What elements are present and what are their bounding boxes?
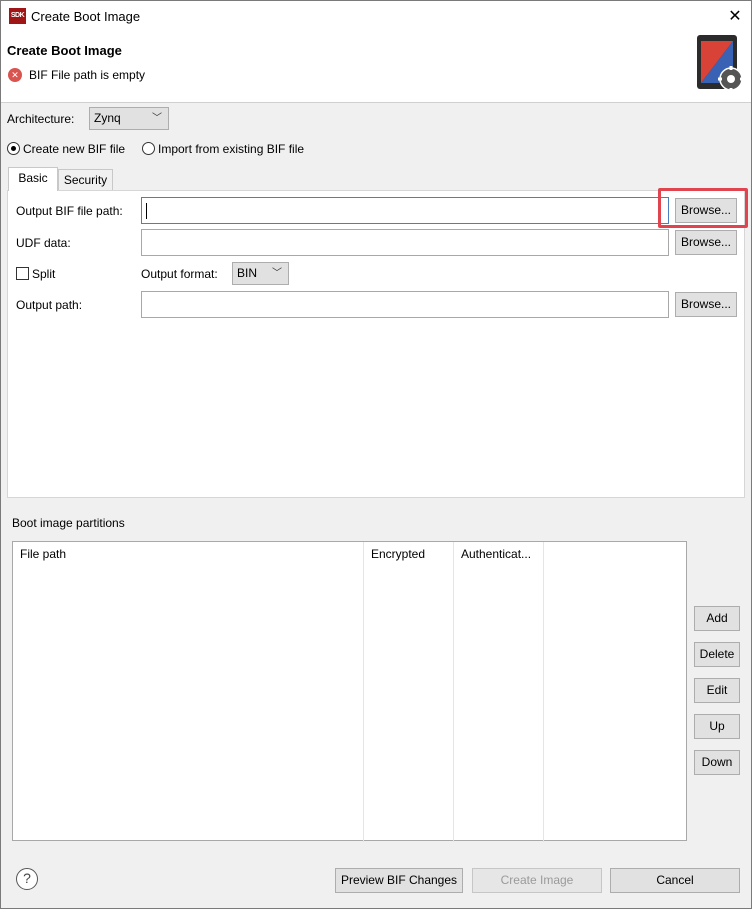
architecture-select[interactable]: Zynq ﹀ [89, 107, 169, 130]
move-down-button[interactable]: Down [694, 750, 740, 775]
window-title: Create Boot Image [31, 9, 141, 24]
output-path-label: Output path: [16, 298, 83, 312]
dialog-header: Create Boot Image ✕ BIF File path is emp… [1, 32, 751, 102]
sdk-app-icon: SDK [9, 8, 26, 24]
output-bif-label: Output BIF file path: [16, 204, 123, 218]
import-bif-label[interactable]: Import from existing BIF file [158, 142, 304, 156]
output-path-input[interactable] [141, 291, 669, 318]
edit-partition-button[interactable]: Edit [694, 678, 740, 703]
column-file-path[interactable]: File path [13, 542, 364, 842]
partitions-table[interactable]: File path Encrypted Authenticat... [12, 541, 687, 842]
preview-bif-changes-button[interactable]: Preview BIF Changes [335, 868, 463, 893]
output-format-select[interactable]: BIN ﹀ [232, 262, 289, 285]
split-checkbox[interactable] [16, 267, 29, 280]
udf-browse-button[interactable]: Browse... [675, 230, 737, 255]
output-format-value: BIN [237, 266, 258, 280]
architecture-label: Architecture: [7, 112, 75, 126]
cancel-button[interactable]: Cancel [610, 868, 740, 893]
tab-security[interactable]: Security [58, 169, 113, 190]
column-header: File path [20, 547, 67, 561]
title-bar: SDK Create Boot Image ✕ [1, 1, 751, 32]
create-new-bif-label[interactable]: Create new BIF file [23, 142, 125, 156]
add-partition-button[interactable]: Add [694, 606, 740, 631]
column-encrypted[interactable]: Encrypted [364, 542, 454, 842]
create-new-bif-radio[interactable] [7, 142, 20, 155]
header-title: Create Boot Image [7, 43, 122, 58]
split-label[interactable]: Split [32, 267, 55, 281]
column-header: Encrypted [371, 547, 426, 561]
partitions-section-label: Boot image partitions [12, 516, 125, 530]
udf-data-label: UDF data: [16, 236, 71, 250]
udf-data-input[interactable] [141, 229, 669, 256]
boot-image-gear-icon [697, 35, 744, 92]
output-path-browse-button[interactable]: Browse... [675, 292, 737, 317]
delete-partition-button[interactable]: Delete [694, 642, 740, 667]
create-image-button[interactable]: Create Image [472, 868, 602, 893]
chevron-down-icon: ﹀ [152, 113, 162, 124]
text-caret [146, 203, 147, 219]
output-bif-input[interactable] [141, 197, 669, 224]
chevron-down-icon: ﹀ [272, 268, 282, 279]
header-separator [1, 102, 751, 103]
error-message: BIF File path is empty [29, 68, 146, 82]
create-boot-image-dialog: SDK Create Boot Image ✕ Create Boot Imag… [0, 0, 752, 909]
architecture-value: Zynq [94, 111, 121, 125]
output-format-label: Output format: [141, 267, 218, 281]
import-bif-radio[interactable] [142, 142, 155, 155]
output-bif-browse-button[interactable]: Browse... [675, 198, 737, 223]
error-icon: ✕ [8, 68, 22, 82]
close-icon[interactable]: ✕ [719, 1, 751, 32]
tab-basic[interactable]: Basic [8, 167, 58, 191]
column-authenticated[interactable]: Authenticat... [454, 542, 544, 842]
column-header: Authenticat... [461, 547, 532, 561]
move-up-button[interactable]: Up [694, 714, 740, 739]
help-icon[interactable]: ? [16, 868, 38, 890]
